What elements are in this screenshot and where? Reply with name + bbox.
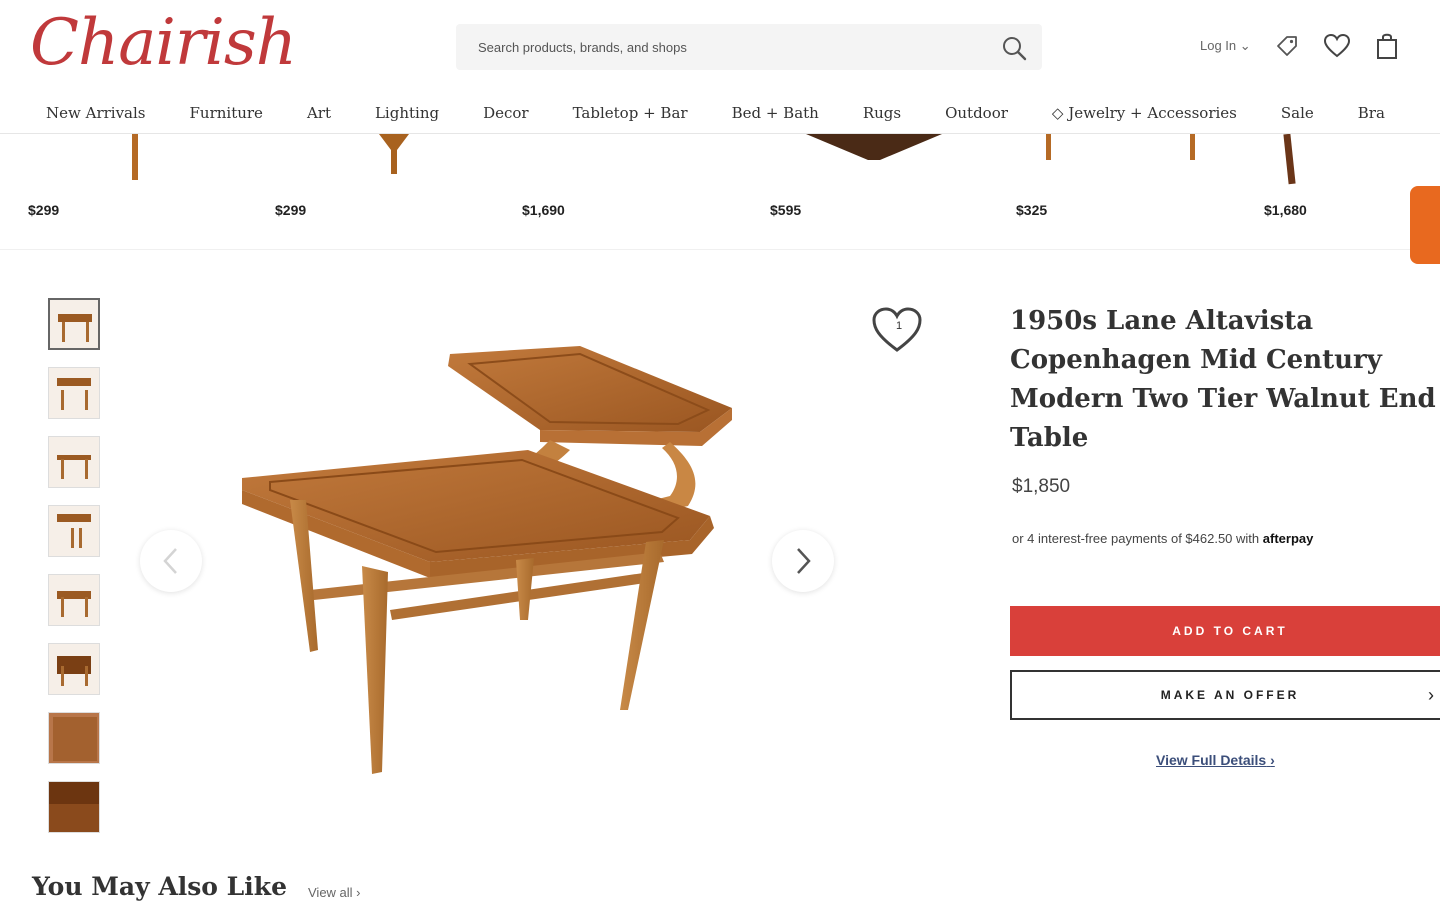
heart-icon[interactable] (1323, 32, 1351, 60)
add-to-cart-button[interactable]: ADD TO CART (1010, 606, 1440, 656)
chevron-right-icon: › (1428, 685, 1434, 705)
strip-product-card[interactable]: $595 (770, 134, 970, 234)
side-feedback-tab[interactable] (1410, 186, 1440, 264)
view-full-details-link[interactable]: View Full Details › (1156, 752, 1275, 768)
tag-icon[interactable] (1273, 32, 1301, 60)
strip-product-card[interactable]: $299 (275, 134, 455, 234)
chevron-left-icon (163, 548, 177, 574)
product-image[interactable] (130, 290, 940, 840)
strip-product-price: $595 (770, 202, 802, 218)
strip-product-price: $299 (275, 202, 307, 218)
thumbnail-8[interactable] (48, 781, 100, 833)
search-bar (456, 24, 1042, 70)
thumbnail-7[interactable] (48, 712, 100, 764)
strip-product-price: $1,680 (1264, 202, 1307, 218)
previous-image-button[interactable] (140, 530, 202, 592)
strip-product-price: $299 (28, 202, 60, 218)
thumbnail-6[interactable] (48, 643, 100, 695)
table-leg-image (132, 134, 138, 180)
thumbnail-4[interactable] (48, 505, 100, 557)
site-header: Chairish Log In ⌄ (0, 0, 1440, 92)
installments-text: or 4 interest-free payments of $462.50 w… (1012, 531, 1260, 546)
strip-product-card[interactable]: $325 (1016, 134, 1236, 234)
view-all-link[interactable]: View all › (308, 885, 361, 900)
category-nav: New Arrivals Furniture Art Lighting Deco… (0, 92, 1440, 134)
thumbnail-5[interactable] (48, 574, 100, 626)
nav-item-tabletop-bar[interactable]: Tabletop + Bar (573, 104, 688, 122)
nav-item-art[interactable]: Art (307, 104, 331, 122)
strip-product-price: $325 (1016, 202, 1048, 218)
login-link[interactable]: Log In ⌄ (1200, 38, 1251, 54)
search-input[interactable] (478, 34, 978, 60)
make-offer-button[interactable]: MAKE AN OFFER › (1010, 670, 1440, 720)
strip-product-price: $1,690 (522, 202, 565, 218)
table-top-image (806, 134, 942, 160)
nav-item-outdoor[interactable]: Outdoor (945, 104, 1008, 122)
shopping-bag-icon[interactable] (1373, 32, 1401, 60)
search-icon[interactable] (1000, 34, 1028, 62)
nav-item-new-arrivals[interactable]: New Arrivals (46, 104, 146, 122)
thumbnail-3[interactable] (48, 436, 100, 488)
make-offer-label: MAKE AN OFFER (1160, 688, 1300, 702)
chevron-down-icon: ⌄ (1239, 38, 1251, 53)
chevron-right-icon: › (1270, 752, 1275, 768)
nav-item-rugs[interactable]: Rugs (863, 104, 901, 122)
next-image-button[interactable] (772, 530, 834, 592)
view-details-label: View Full Details (1156, 752, 1267, 768)
header-actions: Log In ⌄ (1200, 30, 1401, 62)
table-leg-image (1283, 133, 1296, 185)
table-leg-image (1046, 134, 1051, 160)
recommendations-heading: You May Also Like (32, 872, 287, 901)
afterpay-logo[interactable]: afterpay (1263, 531, 1314, 546)
product-price: $1,850 (1012, 476, 1071, 497)
strip-product-card[interactable]: $1,680 (1264, 133, 1384, 234)
login-label: Log In (1200, 38, 1237, 53)
table-leg-image (379, 134, 409, 174)
installments-info: or 4 interest-free payments of $462.50 w… (1012, 531, 1313, 546)
nav-item-sale[interactable]: Sale (1281, 104, 1314, 122)
product-strip: $299 $299 $1,690 $595 $325 $1,680 (0, 133, 1440, 250)
thumbnail-2[interactable] (48, 367, 100, 419)
nav-item-jewelry-accessories[interactable]: ◇ Jewelry + Accessories (1052, 104, 1237, 122)
favorite-count: 1 (895, 320, 903, 332)
favorite-button[interactable]: 1 (870, 306, 928, 358)
nav-item-lighting[interactable]: Lighting (375, 104, 439, 122)
product-title: 1950s Lane Altavista Copenhagen Mid Cent… (1010, 306, 1436, 453)
strip-product-card[interactable]: $299 (28, 134, 168, 234)
thumbnail-1[interactable] (48, 298, 100, 350)
nav-item-brands[interactable]: Bra (1358, 104, 1385, 122)
nav-item-furniture[interactable]: Furniture (190, 104, 263, 122)
chevron-right-icon (797, 548, 811, 574)
nav-item-bed-bath[interactable]: Bed + Bath (732, 104, 819, 122)
table-leg-image (1190, 134, 1195, 160)
nav-item-decor[interactable]: Decor (483, 104, 529, 122)
chairish-logo[interactable]: Chairish (30, 6, 297, 80)
strip-product-card[interactable]: $1,690 (522, 134, 722, 234)
